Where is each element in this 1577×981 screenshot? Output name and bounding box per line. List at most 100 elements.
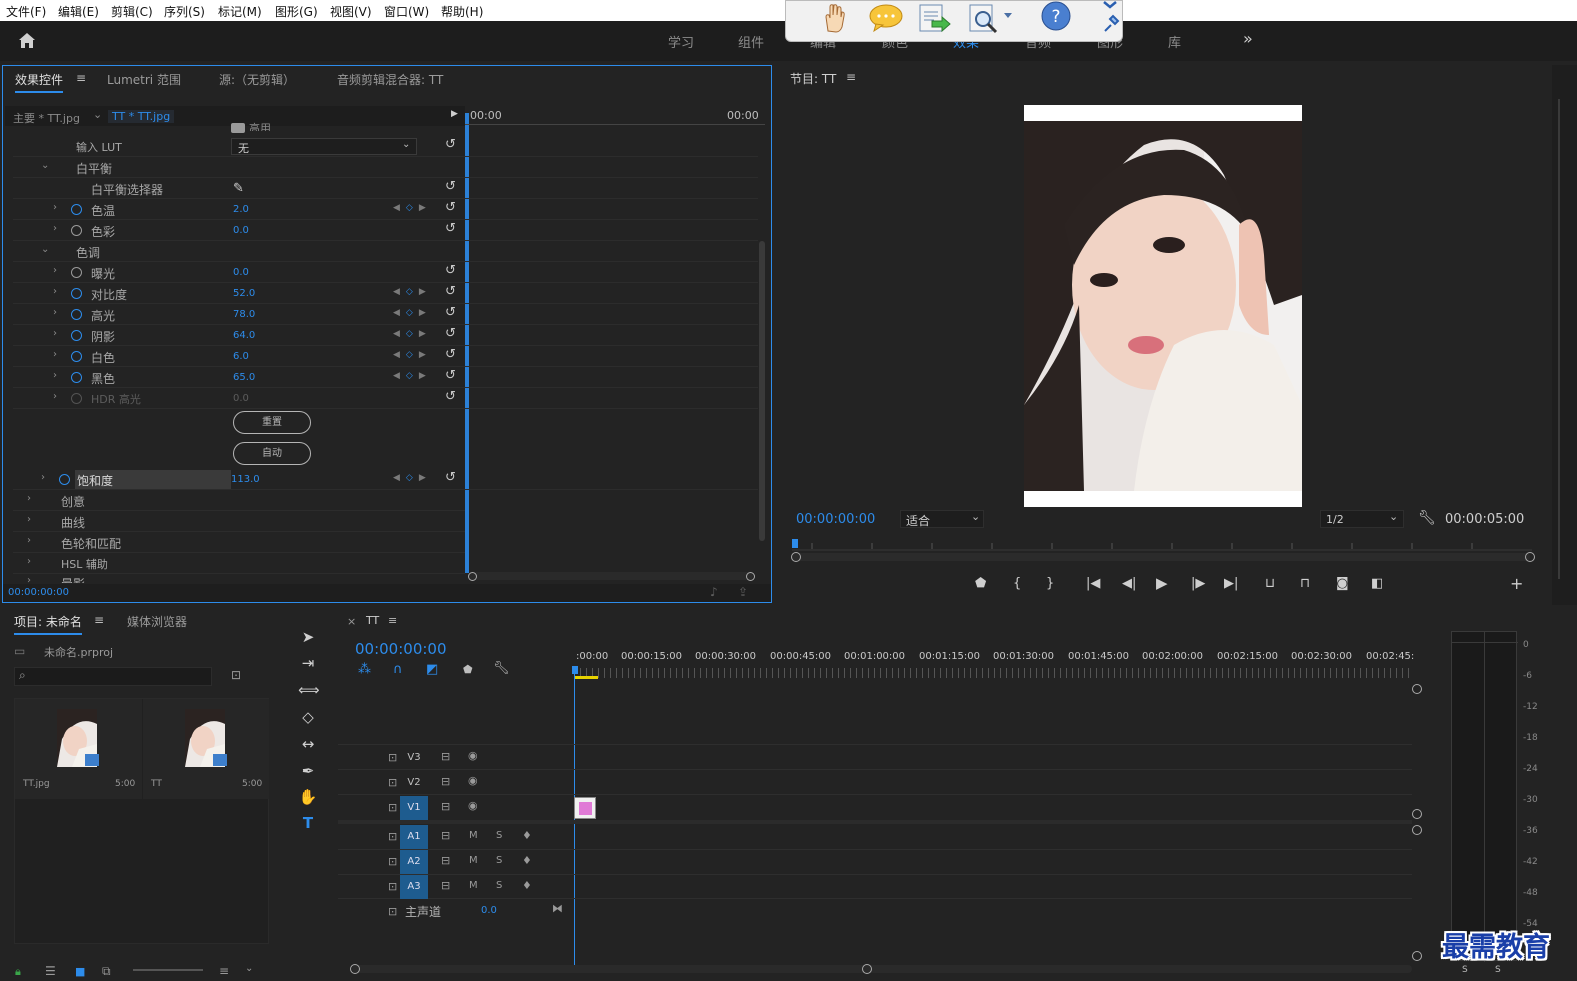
lock-icon[interactable]: ⊡ [388,801,397,814]
solo-left-button[interactable]: S [1462,965,1468,975]
param-value[interactable]: 52.0 [233,288,255,299]
sync-lock-icon[interactable]: ⊟ [441,854,450,867]
tab-source[interactable]: 源:（无剪辑） [219,71,295,88]
chevron-right-icon[interactable]: › [53,223,57,234]
ec-timecode[interactable]: 00:00:00:00 [8,587,69,598]
chevron-right-icon[interactable]: › [27,535,31,546]
stopwatch-icon[interactable] [71,204,82,215]
keyframe-nav[interactable]: ◀◇▶ [393,329,432,339]
reset-icon[interactable]: ↺ [445,200,456,215]
mute-button[interactable]: M [469,830,478,841]
export-icon[interactable] [916,3,952,35]
scroll-handle[interactable] [1412,809,1422,819]
mute-button[interactable]: M [469,880,478,891]
section-row[interactable]: › 曲线 [13,512,465,532]
icon-view-icon[interactable]: ■ [75,965,85,978]
solo-right-button[interactable]: S [1495,965,1501,975]
sync-lock-icon[interactable]: ⊟ [441,829,450,842]
sort-icon[interactable]: ≡ [219,964,229,978]
search-document-icon[interactable] [966,3,1014,37]
chevron-right-icon[interactable]: › [53,370,57,381]
reset-icon[interactable]: ↺ [445,470,456,485]
chevron-right-icon[interactable]: › [53,307,57,318]
freeform-view-icon[interactable]: ⧉ [102,964,111,979]
lock-icon[interactable]: 🔒︎ [15,965,21,979]
chevron-right-icon[interactable]: › [27,556,31,567]
param-value[interactable]: 0.0 [233,225,249,236]
reset-icon[interactable]: ↺ [445,347,456,362]
reset-icon[interactable]: ↺ [445,221,456,236]
master-volume[interactable]: 0.0 [481,905,497,916]
program-timecode[interactable]: 00:00:00:00 [796,512,875,527]
lock-icon[interactable]: ⊡ [388,855,397,868]
nest-icon[interactable]: ⁂ [358,662,371,677]
section-row[interactable]: › HSL 辅助 [13,554,465,574]
panel-menu-icon[interactable]: ≡ [846,70,856,84]
ripple-edit-tool-icon[interactable]: ⟺ [298,681,320,699]
master-expand-icon[interactable]: ⧓ [552,902,563,915]
ec-scrollbar[interactable] [759,241,765,541]
track-target[interactable]: V2 [400,771,428,795]
chevron-right-icon[interactable]: › [53,391,57,402]
tab-project[interactable]: 项目: 未命名 [14,613,82,635]
keyframe-nav[interactable]: ◀◇▶ [393,473,432,483]
track-target[interactable]: A3 [400,875,428,899]
solo-button[interactable]: S [496,855,502,866]
tab-effect-controls[interactable]: 效果控件 [15,71,64,93]
play-audio-icon[interactable]: ♪ [710,585,718,599]
timeline-hscroll[interactable] [352,965,1412,973]
lock-icon[interactable]: ⊡ [388,880,397,893]
keyframe-nav[interactable]: ◀◇▶ [393,371,432,381]
program-zoom-bar[interactable] [792,553,1530,561]
lock-icon[interactable]: ⊡ [388,751,397,764]
timeline-ruler[interactable] [574,668,1412,678]
step-forward-icon[interactable]: |▶ [1191,576,1205,591]
play-arrow-icon[interactable]: ▶ [451,109,458,119]
home-icon[interactable] [18,32,36,49]
chevron-right-icon[interactable]: › [53,286,57,297]
close-icon[interactable]: × [347,615,356,628]
sync-lock-icon[interactable]: ⊟ [441,879,450,892]
eye-icon[interactable]: ◉ [468,749,478,762]
stopwatch-icon[interactable] [71,288,82,299]
menu-sequence[interactable]: 序列(S) [164,3,205,20]
reset-icon[interactable]: ↺ [445,179,456,194]
export-frame-icon[interactable]: ⇪ [738,585,748,599]
new-bin-icon[interactable]: ⊡ [231,668,241,682]
chevron-right-icon[interactable]: › [27,575,31,583]
stopwatch-icon[interactable] [71,309,82,320]
auto-button[interactable]: 自动 [233,442,311,465]
sequence-tab[interactable]: TT [366,614,379,627]
project-item[interactable]: TT 5:00 [143,699,269,799]
chevron-right-icon[interactable]: › [27,514,31,525]
param-value[interactable]: 78.0 [233,309,255,320]
scroll-handle[interactable] [862,964,872,974]
panel-menu-icon[interactable]: ≡ [94,613,104,627]
keyframe-nav[interactable]: ◀◇▶ [393,203,432,213]
track-target[interactable]: A2 [400,850,428,874]
master-clip-label[interactable]: 主要 * TT.jpg [13,110,80,126]
scroll-handle[interactable] [1412,825,1422,835]
reset-icon[interactable]: ↺ [445,137,456,152]
chevron-down-icon[interactable]: ⌄ [245,963,253,974]
lock-icon[interactable]: ⊡ [388,776,397,789]
reset-icon[interactable]: ↺ [445,263,456,278]
sync-lock-icon[interactable]: ⊟ [441,750,450,763]
program-title[interactable]: 节目: TT [790,70,836,87]
track-target[interactable]: V1 [400,796,428,820]
mic-icon[interactable]: ♦ [522,829,532,842]
timeline-vscroll[interactable] [1412,684,1422,974]
mic-icon[interactable]: ♦ [522,854,532,867]
reset-icon[interactable]: ↺ [445,326,456,341]
reset-icon[interactable]: ↺ [445,284,456,299]
chevron-down-icon[interactable]: ⌄ [41,244,49,255]
param-value[interactable]: 0.0 [233,267,249,278]
zoom-handle[interactable] [746,572,755,581]
add-button-icon[interactable]: + [1510,574,1523,593]
mark-in-icon[interactable]: { [1013,576,1021,591]
white-balance-section[interactable]: ⌄ 白平衡 [13,158,758,178]
stopwatch-icon[interactable] [71,351,82,362]
track-target[interactable]: A1 [400,825,428,849]
go-to-in-icon[interactable]: |◀ [1086,576,1100,591]
program-frame[interactable] [1024,105,1302,507]
